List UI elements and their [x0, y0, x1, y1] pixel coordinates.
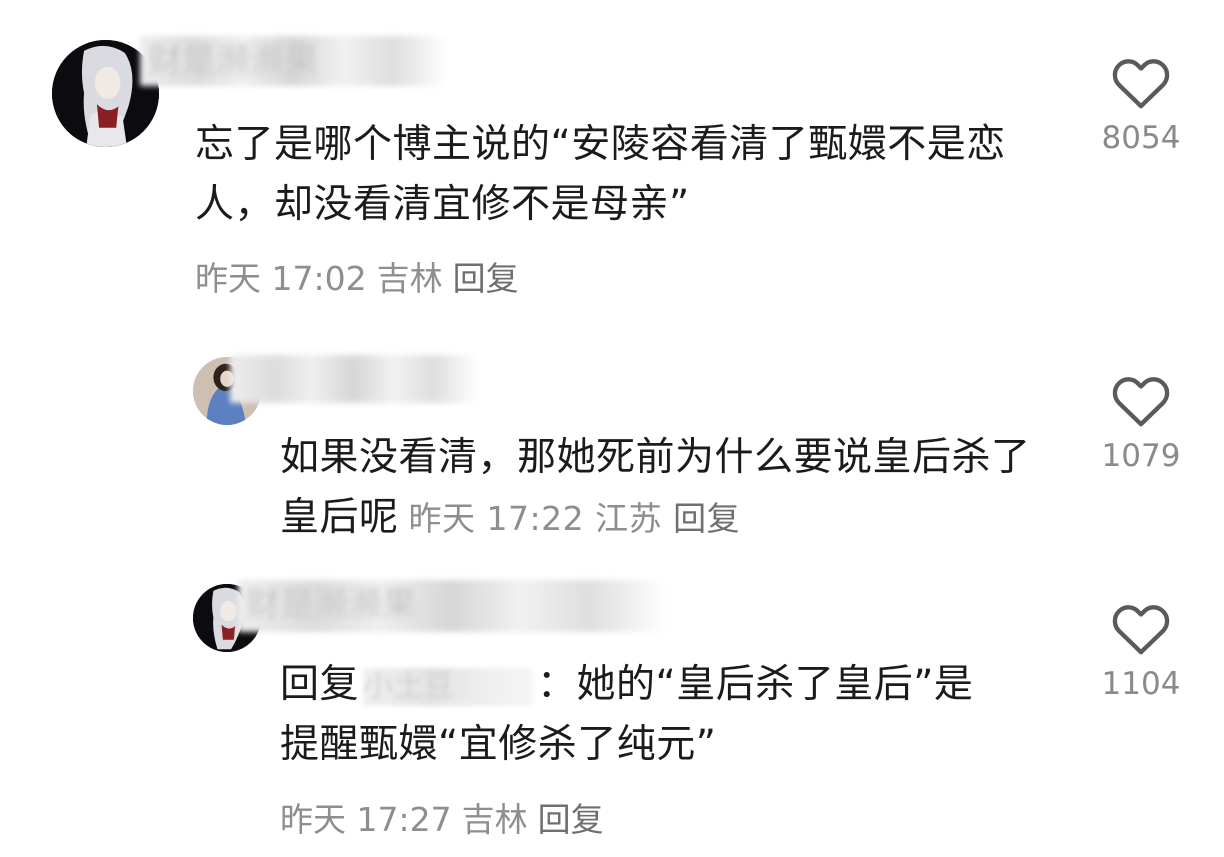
username-redacted[interactable]: 财是濒濒果: [140, 36, 448, 86]
heart-outline-icon: [1112, 605, 1170, 655]
like-button[interactable]: 1079: [1096, 372, 1186, 474]
heart-outline-icon: [1112, 59, 1170, 109]
like-count: 8054: [1101, 120, 1181, 156]
reply-prefix: 回复: [280, 662, 360, 707]
timestamp: 昨天 17:02: [195, 259, 367, 298]
mention-link[interactable]: 小土豆: [363, 667, 534, 706]
username-redacted[interactable]: 财是濒濒果: [238, 580, 666, 632]
comment-meta: 昨天 17:22 江苏 回复: [409, 499, 741, 538]
timestamp: 昨天 17:27: [280, 800, 452, 839]
like-count: 1079: [1101, 438, 1181, 474]
location: 江苏: [595, 499, 663, 538]
reply-button[interactable]: 回复: [453, 259, 519, 298]
location: 吉林: [376, 259, 443, 298]
like-button[interactable]: 1104: [1096, 600, 1186, 702]
reply-button[interactable]: 回复: [673, 499, 740, 538]
timestamp: 昨天 17:22: [408, 499, 585, 538]
comment-text: 如果没看清，那她死前为什么要说皇后杀了皇后呢 昨天 17:22 江苏 回复: [280, 428, 1050, 549]
heart-outline-icon: [1112, 377, 1170, 427]
comment-text: 回复 小土豆 ：她的“皇后杀了皇后”是提醒甄嬛“宜修杀了纯元”: [280, 655, 980, 775]
like-button[interactable]: 8054: [1096, 54, 1186, 156]
reply-button[interactable]: 回复: [538, 800, 604, 839]
comment-text: 忘了是哪个博主说的“安陵容看清了甄嬛不是恋人，却没看清宜修不是母亲”: [195, 122, 1006, 227]
comment-meta: 昨天 17:27 吉林 回复: [280, 798, 614, 842]
location: 吉林: [461, 800, 528, 839]
comment-meta: 昨天 17:02 吉林 回复: [195, 257, 529, 301]
like-count: 1104: [1101, 666, 1181, 702]
username-redacted[interactable]: [230, 355, 478, 403]
